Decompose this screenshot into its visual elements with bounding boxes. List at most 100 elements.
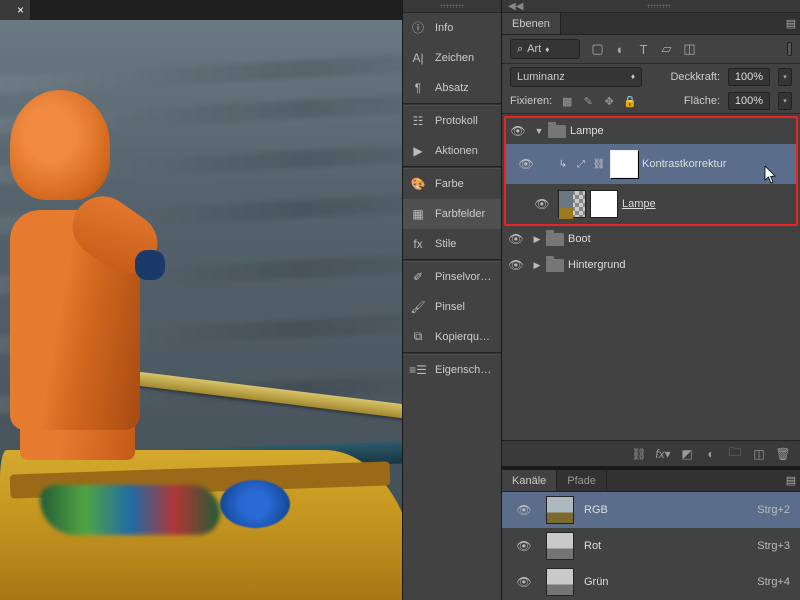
new-adjustment-icon[interactable]: ◐ [704, 447, 718, 461]
channel-grün[interactable]: 👁GrünStrg+4 [502, 564, 800, 600]
layer-group-hintergrund[interactable]: 👁 ▶ Hintergrund [504, 252, 798, 278]
channel-name: Rot [584, 540, 747, 552]
filter-smartobject-icon[interactable]: ◫ [682, 42, 697, 57]
filter-toggle-switch[interactable] [787, 42, 792, 56]
panel-icon: ¶ [409, 79, 427, 97]
panel-icon: ☷ [409, 112, 427, 130]
channels-list[interactable]: 👁RGBStrg+2👁RotStrg+3👁GrünStrg+4 [502, 492, 800, 600]
blend-opacity-row: Luminanz♦ Deckkraft: ▾ [502, 64, 800, 89]
panel-shortcut-eigenschaft[interactable]: ≡☰Eigenschaft... [403, 355, 501, 385]
dock-top-bar[interactable]: ◀◀ [502, 0, 800, 13]
layer-adjustment-kontrast[interactable]: 👁 ↳ ⤢ ⛓ Kontrastkorrektur [506, 144, 796, 184]
panel-icon: ⧉ [409, 328, 427, 346]
panel-shortcut-absatz[interactable]: ¶ Absatz [403, 73, 501, 103]
visibility-toggle-icon[interactable]: 👁 [514, 157, 538, 171]
fill-stepper[interactable]: ▾ [778, 92, 792, 110]
layer-filter-type-dropdown[interactable]: ⌕ Art ♦ [510, 39, 580, 59]
layer-group-boot[interactable]: 👁 ▶ Boot [504, 226, 798, 252]
tab-channels[interactable]: Kanäle [502, 470, 557, 491]
layers-filter-bar: ⌕ Art ♦ ▢ ◐ T ▱ ◫ [502, 35, 800, 64]
document-canvas[interactable] [0, 20, 402, 600]
delete-layer-icon[interactable]: 🗑 [776, 447, 790, 461]
channel-thumbnail [546, 532, 574, 560]
expand-toggle-icon[interactable]: ▶ [532, 260, 542, 271]
visibility-toggle-icon[interactable]: 👁 [512, 503, 536, 517]
fill-input[interactable] [728, 92, 770, 110]
panel-label: Absatz [435, 82, 469, 94]
opacity-input[interactable] [728, 68, 770, 86]
channel-rot[interactable]: 👁RotStrg+3 [502, 528, 800, 564]
lock-position-icon[interactable]: ✥ [602, 94, 616, 108]
folder-icon [548, 125, 566, 138]
channel-shortcut: Strg+2 [757, 504, 790, 516]
lock-pixels-icon[interactable]: ✎ [581, 94, 595, 108]
clip-indicator-icon: ↳ [556, 157, 570, 171]
panel-menu-icon[interactable]: ▤ [782, 13, 800, 34]
folder-icon [546, 233, 564, 246]
panel-label: Zeichen [435, 52, 474, 64]
add-mask-icon[interactable]: ◩ [680, 447, 694, 461]
visibility-toggle-icon[interactable]: 👁 [504, 258, 528, 272]
panel-icon: ≡☰ [409, 361, 427, 379]
lock-all-icon[interactable]: 🔒 [623, 94, 637, 108]
layer-lampe[interactable]: 👁 Lampe [506, 184, 796, 224]
folder-icon [546, 259, 564, 272]
lock-label: Fixieren: [510, 95, 552, 107]
channel-rgb[interactable]: 👁RGBStrg+2 [502, 492, 800, 528]
layer-group-lampe[interactable]: 👁 ▼ Lampe [506, 118, 796, 144]
document-close-tab[interactable]: × [0, 0, 30, 20]
visibility-toggle-icon[interactable]: 👁 [512, 575, 536, 589]
panel-shortcut-farbe[interactable]: 🎨Farbe [403, 169, 501, 199]
panel-shortcut-zeichen[interactable]: A| Zeichen [403, 43, 501, 73]
visibility-toggle-icon[interactable]: 👁 [504, 232, 528, 246]
canvas-area: × [0, 0, 402, 600]
panel-shortcut-protokoll[interactable]: ☷Protokoll [403, 106, 501, 136]
panel-icon: A| [409, 49, 427, 67]
panel-shortcut-farbfelder[interactable]: ▦Farbfelder [403, 199, 501, 229]
panel-icon: fx [409, 235, 427, 253]
layer-mask-thumbnail[interactable] [610, 150, 638, 178]
panel-shortcut-info[interactable]: ⓘ Info [403, 13, 501, 43]
panel-shortcut-aktionen[interactable]: ▶Aktionen [403, 136, 501, 166]
panel-shortcut-pinsel[interactable]: 🖌Pinsel [403, 292, 501, 322]
tab-paths[interactable]: Pfade [557, 470, 607, 491]
filter-shape-icon[interactable]: ▱ [659, 42, 674, 57]
panel-label: Info [435, 22, 453, 34]
panel-shortcut-kopierquelle[interactable]: ⧉ Kopierquelle [403, 322, 501, 352]
panel-label: Pinselvorga... [435, 271, 495, 283]
panel-label: Stile [435, 238, 456, 250]
opacity-label: Deckkraft: [670, 71, 720, 83]
panel-icon: ▦ [409, 205, 427, 223]
visibility-toggle-icon[interactable]: 👁 [512, 539, 536, 553]
dock-gripper[interactable] [403, 0, 501, 13]
filter-type-icon[interactable]: T [636, 42, 651, 57]
link-layers-icon[interactable]: ⛓ [632, 447, 646, 461]
filter-pixel-icon[interactable]: ▢ [590, 42, 605, 57]
new-group-icon[interactable]: 🗀 [728, 447, 742, 461]
layers-list[interactable]: 👁 ▼ Lampe 👁 ↳ ⤢ ⛓ Kontrastkorrektur 👁 La… [502, 114, 800, 440]
expand-toggle-icon[interactable]: ▶ [532, 234, 542, 245]
panel-menu-icon[interactable]: ▤ [782, 470, 800, 491]
link-icon: ⛓ [592, 157, 606, 171]
channel-thumbnail [546, 496, 574, 524]
lock-transparency-icon[interactable]: ▩ [560, 94, 574, 108]
blend-mode-dropdown[interactable]: Luminanz♦ [510, 67, 642, 87]
filter-label: Art [527, 43, 541, 55]
filter-adjustment-icon[interactable]: ◐ [613, 42, 628, 57]
tab-layers[interactable]: Ebenen [502, 13, 561, 34]
layers-panel-tabs: Ebenen ▤ [502, 13, 800, 35]
panel-shortcut-pinselvorga[interactable]: ✐Pinselvorga... [403, 262, 501, 292]
visibility-toggle-icon[interactable]: 👁 [506, 124, 530, 138]
panel-label: Kopierquelle [435, 331, 495, 343]
layer-mask-thumbnail[interactable] [590, 190, 618, 218]
expand-toggle-icon[interactable]: ▼ [534, 126, 544, 136]
panel-shortcut-stile[interactable]: fx Stile [403, 229, 501, 259]
visibility-toggle-icon[interactable]: 👁 [530, 197, 554, 211]
layer-fx-icon[interactable]: fx▾ [656, 447, 670, 461]
panel-icon: ⓘ [409, 19, 427, 37]
opacity-stepper[interactable]: ▾ [778, 68, 792, 86]
panel-icon: 🎨 [409, 175, 427, 193]
layer-thumbnail[interactable] [558, 190, 586, 218]
lock-fill-row: Fixieren: ▩ ✎ ✥ 🔒 Fläche: ▾ [502, 89, 800, 114]
new-layer-icon[interactable]: ◫ [752, 447, 766, 461]
